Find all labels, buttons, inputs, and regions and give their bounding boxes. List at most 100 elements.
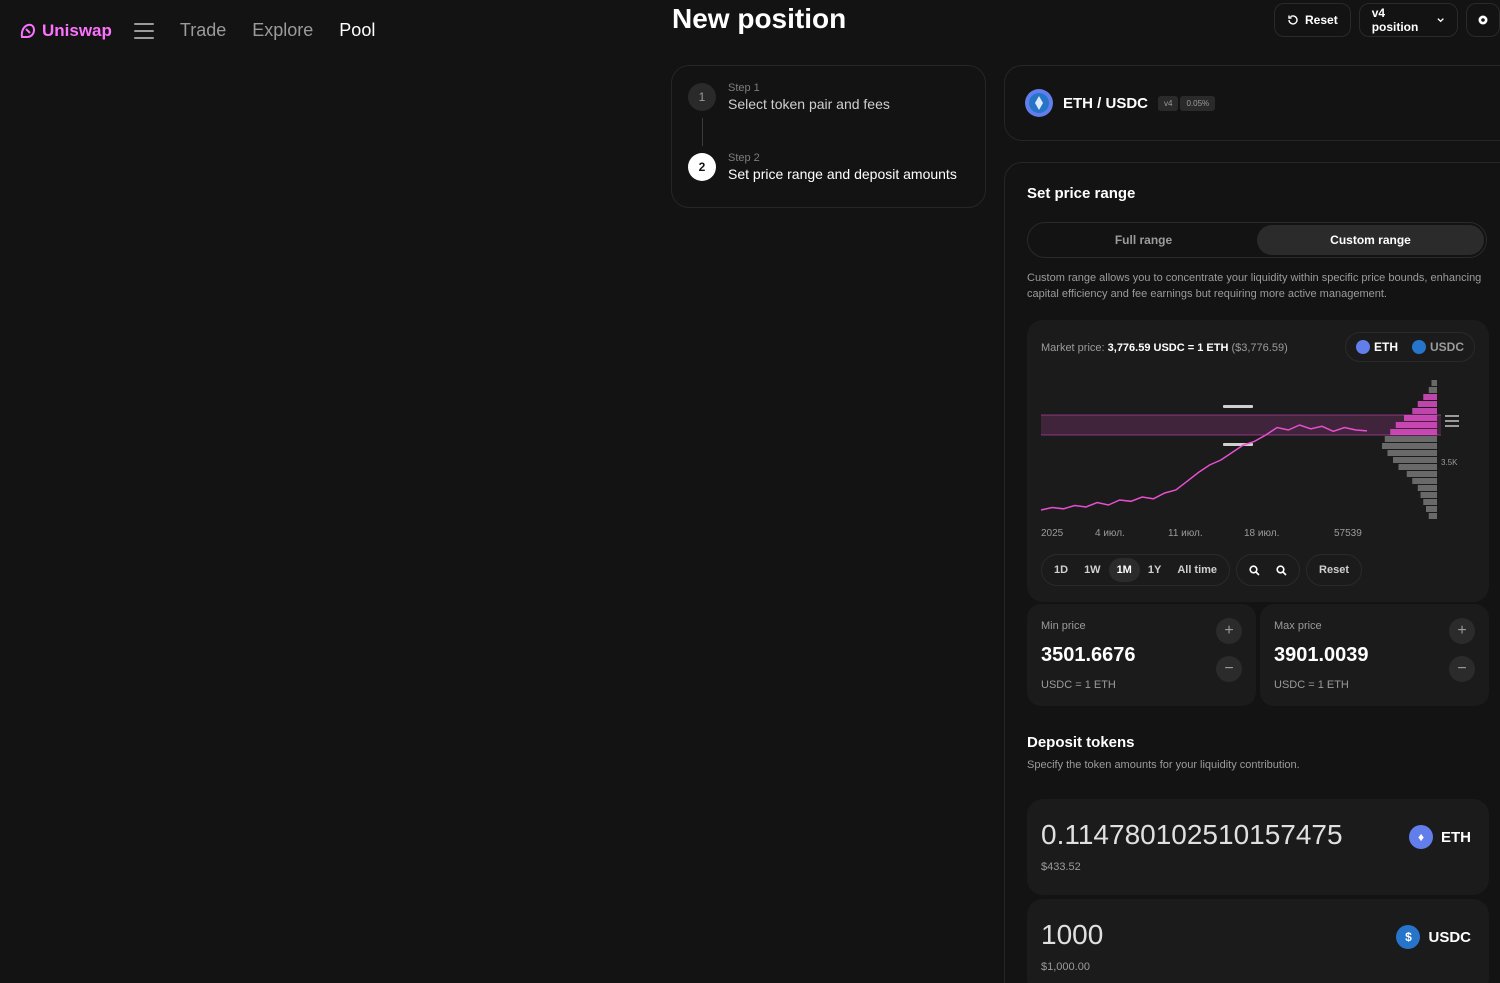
usdc-token-name: USDC <box>1428 928 1471 946</box>
pair-token-icon <box>1025 89 1053 117</box>
zoom-in-button[interactable] <box>1241 558 1268 582</box>
max-price-decrement[interactable]: − <box>1449 656 1475 682</box>
top-nav: Uniswap Trade Explore Pool <box>18 20 375 41</box>
market-label: Market price: <box>1041 342 1105 354</box>
config-card: Set price range Full range Custom range … <box>1004 162 1500 983</box>
period-selector: 1D 1W 1M 1Y All time <box>1041 554 1231 586</box>
chart-token-eth[interactable]: ETH <box>1355 340 1398 354</box>
price-range-title: Set price range <box>1027 185 1136 202</box>
tab-custom-range[interactable]: Custom range <box>1257 225 1484 255</box>
liquidity-bar <box>1431 380 1437 386</box>
usdc-amount-box: 1000 $1,000.00 $ USDC <box>1027 899 1489 983</box>
chart-controls: 1D 1W 1M 1Y All time Reset <box>1041 554 1363 586</box>
min-price-input[interactable]: 3501.6676 <box>1041 644 1242 667</box>
step-2[interactable]: 2 Step 2 Set price range and deposit amo… <box>688 152 969 182</box>
chart-token-eth-label: ETH <box>1373 340 1398 354</box>
nav-trade[interactable]: Trade <box>180 20 226 41</box>
pair-badges: v4 0.05% <box>1158 95 1216 111</box>
version-dropdown[interactable]: v4 position <box>1358 3 1459 37</box>
zoom-out-button[interactable] <box>1268 558 1295 582</box>
liquidity-bar <box>1420 492 1437 498</box>
gear-icon <box>1478 15 1488 25</box>
eth-icon <box>1355 340 1370 354</box>
period-1m[interactable]: 1M <box>1108 558 1140 582</box>
liquidity-bar <box>1384 436 1437 442</box>
min-price-increment[interactable]: + <box>1216 618 1242 644</box>
chart-reset-button[interactable]: Reset <box>1311 558 1357 582</box>
version-badge: v4 <box>1158 95 1179 111</box>
usdc-token-label: $ USDC <box>1396 925 1471 949</box>
axis-marker <box>1445 420 1459 422</box>
step-1[interactable]: 1 Step 1 Select token pair and fees <box>688 82 969 112</box>
max-price-steppers: + − <box>1449 618 1475 682</box>
x-tick-label: 18 июл. <box>1244 528 1280 539</box>
liquidity-bar <box>1417 401 1437 407</box>
chart-token-toggle: ETH USDC <box>1344 332 1475 362</box>
eth-token-name: ETH <box>1441 828 1471 846</box>
market-usd: ($3,776.59) <box>1231 342 1288 354</box>
step-2-title: Set price range and deposit amounts <box>728 166 957 182</box>
brand-logo[interactable]: Uniswap <box>18 21 112 41</box>
max-price-input[interactable]: 3901.0039 <box>1274 644 1475 667</box>
liquidity-bar <box>1428 513 1437 519</box>
y-axis-label: 3.5K <box>1441 458 1458 467</box>
deposit-description: Specify the token amounts for your liqui… <box>1027 759 1300 771</box>
nav-explore[interactable]: Explore <box>252 20 313 41</box>
liquidity-bar <box>1387 450 1437 456</box>
pair-name: ETH / USDC <box>1063 94 1149 112</box>
chart-reset-group: Reset <box>1306 554 1363 586</box>
brand-name: Uniswap <box>42 20 112 40</box>
tab-full-range[interactable]: Full range <box>1030 225 1257 255</box>
liquidity-bar <box>1390 429 1437 435</box>
period-1d[interactable]: 1D <box>1046 558 1076 582</box>
menu-icon[interactable] <box>133 22 154 39</box>
price-chart[interactable] <box>1027 370 1489 525</box>
liquidity-bar <box>1423 499 1437 505</box>
liquidity-bar <box>1398 464 1437 470</box>
reset-button[interactable]: Reset <box>1274 3 1351 37</box>
usdc-icon <box>1411 340 1426 354</box>
liquidity-bar <box>1412 408 1437 414</box>
zoom-out-icon <box>1276 564 1287 576</box>
minus-icon: − <box>1457 660 1467 677</box>
range-toggle: Full range Custom range <box>1027 222 1487 258</box>
nav-pool[interactable]: Pool <box>339 20 375 41</box>
plus-icon: + <box>1457 622 1467 639</box>
period-1y[interactable]: 1Y <box>1140 558 1169 582</box>
liquidity-bar <box>1406 471 1437 477</box>
max-price-box: Max price 3901.0039 USDC = 1 ETH + − <box>1260 604 1489 706</box>
liquidity-bar <box>1382 443 1437 449</box>
period-all[interactable]: All time <box>1169 558 1225 582</box>
usdc-amount-usd: $1,000.00 <box>1041 961 1090 973</box>
axis-marker <box>1445 415 1459 417</box>
chart-token-usdc[interactable]: USDC <box>1411 340 1464 354</box>
liquidity-bar <box>1426 506 1437 512</box>
chevron-down-icon <box>1437 18 1445 23</box>
minus-icon: − <box>1224 660 1234 677</box>
market-price: Market price: 3,776.59 USDC = 1 ETH ($3,… <box>1041 342 1288 354</box>
unicorn-icon <box>20 23 36 38</box>
settings-button[interactable] <box>1466 3 1500 37</box>
min-price-label: Min price <box>1041 620 1086 632</box>
version-label: v4 position <box>1371 6 1419 34</box>
fee-badge: 0.05% <box>1180 95 1216 111</box>
step-2-label: Step 2 <box>728 152 760 164</box>
eth-amount-box: 0.114780102510157475 $433.52 ♦ ETH <box>1027 799 1489 895</box>
min-price-decrement[interactable]: − <box>1216 656 1242 682</box>
x-tick-label: 2025 <box>1041 528 1064 539</box>
max-price-unit: USDC = 1 ETH <box>1274 679 1349 691</box>
top-actions: Reset v4 position <box>1274 3 1500 37</box>
page-title: New position <box>672 3 847 34</box>
eth-amount-usd: $433.52 <box>1041 861 1081 873</box>
period-1w[interactable]: 1W <box>1076 558 1109 582</box>
price-chart-panel: Market price: 3,776.59 USDC = 1 ETH ($3,… <box>1027 320 1489 602</box>
refresh-icon <box>1288 15 1298 25</box>
pair-header: ETH / USDC v4 0.05% <box>1004 65 1500 141</box>
x-axis-labels: 2025 4 июл. 11 июл. 18 июл. 57539 <box>1027 528 1489 542</box>
reset-label: Reset <box>1305 13 1338 27</box>
liquidity-bar <box>1423 394 1437 400</box>
steps-card: 1 Step 1 Select token pair and fees 2 St… <box>671 65 986 208</box>
max-price-increment[interactable]: + <box>1449 618 1475 644</box>
x-tick-label: 57539 <box>1334 528 1362 539</box>
step-connector <box>702 118 703 146</box>
